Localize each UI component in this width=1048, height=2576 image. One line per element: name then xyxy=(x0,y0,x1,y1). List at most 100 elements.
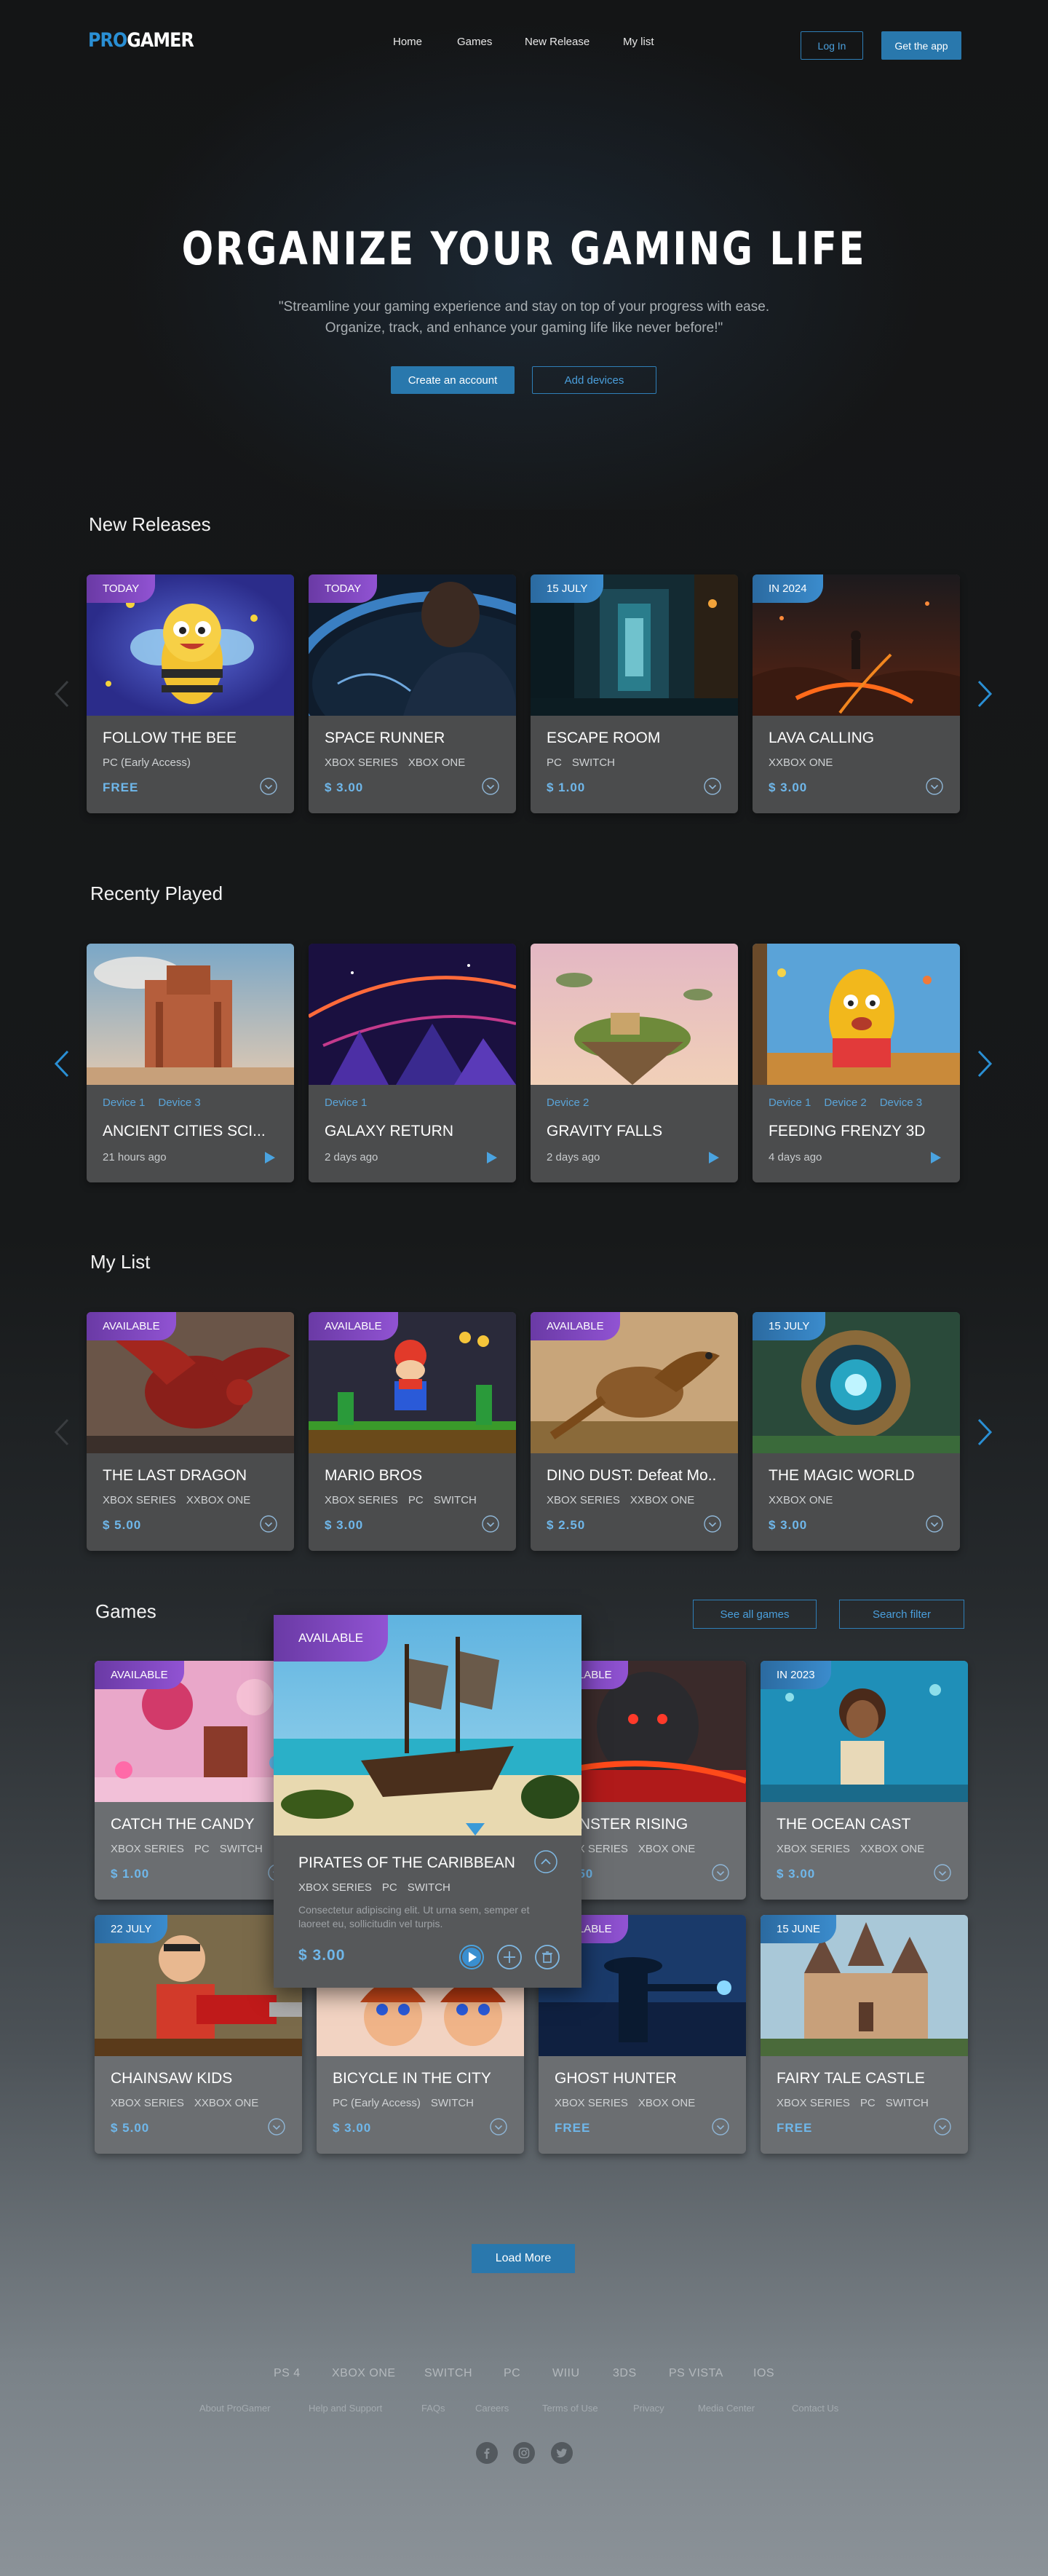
game-title: FOLLOW THE BEE xyxy=(103,730,237,746)
game-price: $ 3.00 xyxy=(325,1518,364,1532)
search-filter-button[interactable]: Search filter xyxy=(839,1600,964,1629)
play-icon[interactable] xyxy=(264,1151,276,1164)
release-badge: TODAY xyxy=(87,574,156,603)
my-list-card-3[interactable]: AVAILABLE DINO DUST: Defeat Mo.. XBOX SE… xyxy=(531,1312,738,1551)
chevron-down-icon[interactable] xyxy=(259,1514,278,1533)
load-more-button[interactable]: Load More xyxy=(472,2244,575,2273)
play-icon[interactable] xyxy=(708,1151,720,1164)
my-list-prev-arrow[interactable] xyxy=(54,1418,70,1447)
games-title: Games xyxy=(95,1600,156,1622)
chevron-down-icon[interactable] xyxy=(933,2117,952,2136)
last-played-time: 21 hours ago xyxy=(103,1151,167,1163)
chevron-down-icon[interactable] xyxy=(711,1863,730,1882)
recent-card-2[interactable]: Device 1 GALAXY RETURN 2 days ago xyxy=(309,944,516,1182)
recently-played-prev-arrow[interactable] xyxy=(54,1049,70,1078)
new-release-card-3[interactable]: 15 JULY ESCAPE ROOM PC SWITCH $ 1.00 xyxy=(531,574,738,813)
game-title: THE LAST DRAGON xyxy=(103,1467,247,1484)
recent-card-4[interactable]: Device 1 Device 2 Device 3 FEEDING FRENZY … xyxy=(753,944,960,1182)
nav-new-release[interactable]: New Release xyxy=(525,36,590,48)
game-title: ESCAPE ROOM xyxy=(547,730,661,746)
platform-tag: XBOX ONE xyxy=(638,2097,696,2109)
my-list-card-1[interactable]: AVAILABLE THE LAST DRAGON XBOX SERIES XXB… xyxy=(87,1312,294,1551)
chevron-down-icon[interactable] xyxy=(481,777,500,796)
platform-list: XBOX SERIES XBOX ONE xyxy=(325,756,475,769)
play-icon[interactable] xyxy=(930,1151,942,1164)
games-card-the-ocean-cast[interactable]: IN 2023 THE OCEAN CAST XBOX SERIES XXBOX … xyxy=(761,1661,968,1900)
platform-tag: XBOX SERIES xyxy=(547,1494,620,1506)
footer-platform-link[interactable]: WIIU xyxy=(552,2367,580,2380)
platform-list: XBOX SERIES XXBOX ONE xyxy=(777,1843,934,1855)
game-title: SPACE RUNNER xyxy=(325,730,445,746)
instagram-icon[interactable] xyxy=(513,2442,535,2464)
footer-link[interactable]: About ProGamer xyxy=(199,2403,271,2414)
recent-card-1[interactable]: Device 1 Device 3 ANCIENT CITIES SCI... 2… xyxy=(87,944,294,1182)
footer-platform-link[interactable]: SWITCH xyxy=(424,2367,472,2380)
new-release-card-1[interactable]: TODAY FOLLOW THE BEE PC (Early Access) F… xyxy=(87,574,294,813)
play-icon[interactable] xyxy=(458,1944,485,1970)
platform-tag: XBOX SERIES xyxy=(111,2097,184,2109)
play-icon[interactable] xyxy=(486,1151,498,1164)
my-list-next-arrow[interactable] xyxy=(977,1418,993,1447)
twitter-icon[interactable] xyxy=(551,2442,573,2464)
facebook-icon[interactable] xyxy=(476,2442,498,2464)
see-all-games-button[interactable]: See all games xyxy=(693,1600,817,1629)
platform-tag: XBOX SERIES xyxy=(103,1494,176,1506)
chevron-down-icon[interactable] xyxy=(267,2117,286,2136)
footer-link[interactable]: Help and Support xyxy=(309,2403,382,2414)
nav-games[interactable]: Games xyxy=(457,36,492,48)
footer-link[interactable]: Careers xyxy=(475,2403,509,2414)
chevron-down-icon[interactable] xyxy=(925,777,944,796)
new-releases-prev-arrow[interactable] xyxy=(54,679,70,708)
my-list-card-4[interactable]: 15 JULY THE MAGIC WORLD XXBOX ONE $ 3.00 xyxy=(753,1312,960,1551)
games-card-fairy-tale-castle[interactable]: 15 JUNE FAIRY TALE CASTLE XBOX SERIES PC S… xyxy=(761,1915,968,2154)
footer-link[interactable]: Privacy xyxy=(633,2403,664,2414)
delete-icon[interactable] xyxy=(534,1944,560,1970)
chevron-down-icon[interactable] xyxy=(481,1514,500,1533)
footer-platform-link[interactable]: 3DS xyxy=(613,2367,637,2380)
chevron-down-icon[interactable] xyxy=(925,1514,944,1533)
footer-link[interactable]: Contact Us xyxy=(792,2403,838,2414)
game-title: PIRATES OF THE CARIBBEAN xyxy=(298,1854,515,1871)
platform-tag: XXBOX ONE xyxy=(769,1494,833,1506)
footer-platform-link[interactable]: PC xyxy=(504,2367,520,2380)
chevron-down-icon[interactable] xyxy=(703,1514,722,1533)
platform-list: XBOX SERIES PC SWITCH xyxy=(298,1881,461,1894)
footer-link[interactable]: Media Center xyxy=(698,2403,755,2414)
last-played-time: 4 days ago xyxy=(769,1151,822,1163)
chevron-down-icon[interactable] xyxy=(703,777,722,796)
chevron-down-icon[interactable] xyxy=(711,2117,730,2136)
footer-platform-link[interactable]: IOS xyxy=(753,2367,774,2380)
nav-home[interactable]: Home xyxy=(393,36,422,48)
platform-tag: SWITCH xyxy=(407,1881,450,1894)
footer-platform-link[interactable]: PS VISTA xyxy=(669,2367,723,2380)
footer-platform-link[interactable]: PS 4 xyxy=(274,2367,301,2380)
release-badge: IN 2024 xyxy=(753,574,823,603)
footer-link[interactable]: Terms of Use xyxy=(542,2403,598,2414)
add-to-list-icon[interactable] xyxy=(496,1944,523,1970)
chevron-down-icon[interactable] xyxy=(489,2117,508,2136)
my-list-card-2[interactable]: AVAILABLE MARIO BROS XBOX SERIES PC SWITCH… xyxy=(309,1312,516,1551)
new-release-card-2[interactable]: TODAY SPACE RUNNER XBOX SERIES XBOX ONE $… xyxy=(309,574,516,813)
platform-tag: SWITCH xyxy=(430,2097,475,2109)
new-releases-next-arrow[interactable] xyxy=(977,679,993,708)
progamer-logo[interactable]: PROGAMER xyxy=(88,29,194,52)
chevron-down-icon[interactable] xyxy=(933,1863,952,1882)
device-list: Device 1 Device 2 Device 3 xyxy=(769,1097,935,1109)
create-account-button[interactable]: Create an account xyxy=(391,366,515,394)
footer-platform-link[interactable]: XBOX ONE xyxy=(332,2367,396,2380)
chevron-down-icon[interactable] xyxy=(259,777,278,796)
add-devices-button[interactable]: Add devices xyxy=(532,366,656,394)
games-card-chainsaw-kids[interactable]: 22 JULY CHAINSAW KIDS XBOX SERIES XXBOX O… xyxy=(95,1915,302,2154)
get-app-button[interactable]: Get the app xyxy=(881,31,961,60)
nav-my-list[interactable]: My list xyxy=(623,36,654,48)
login-button[interactable]: Log In xyxy=(801,31,863,60)
footer-link[interactable]: FAQs xyxy=(421,2403,445,2414)
recently-played-next-arrow[interactable] xyxy=(977,1049,993,1078)
new-release-card-4[interactable]: IN 2024 LAVA CALLING XXBOX ONE $ 3.00 xyxy=(753,574,960,813)
recently-played-title: Recenty Played xyxy=(90,882,223,904)
platform-tag: PC xyxy=(547,756,562,769)
recent-card-3[interactable]: Device 2 GRAVITY FALLS 2 days ago xyxy=(531,944,738,1182)
expanded-game-card-pirates[interactable]: AVAILABLE PIRATES OF THE CARIBBEAN XBOX … xyxy=(274,1615,581,1988)
games-card-catch-the-candy[interactable]: AVAILABLE CATCH THE CANDY XBOX SERIES PC S… xyxy=(95,1661,302,1900)
chevron-up-icon[interactable] xyxy=(533,1849,558,1874)
